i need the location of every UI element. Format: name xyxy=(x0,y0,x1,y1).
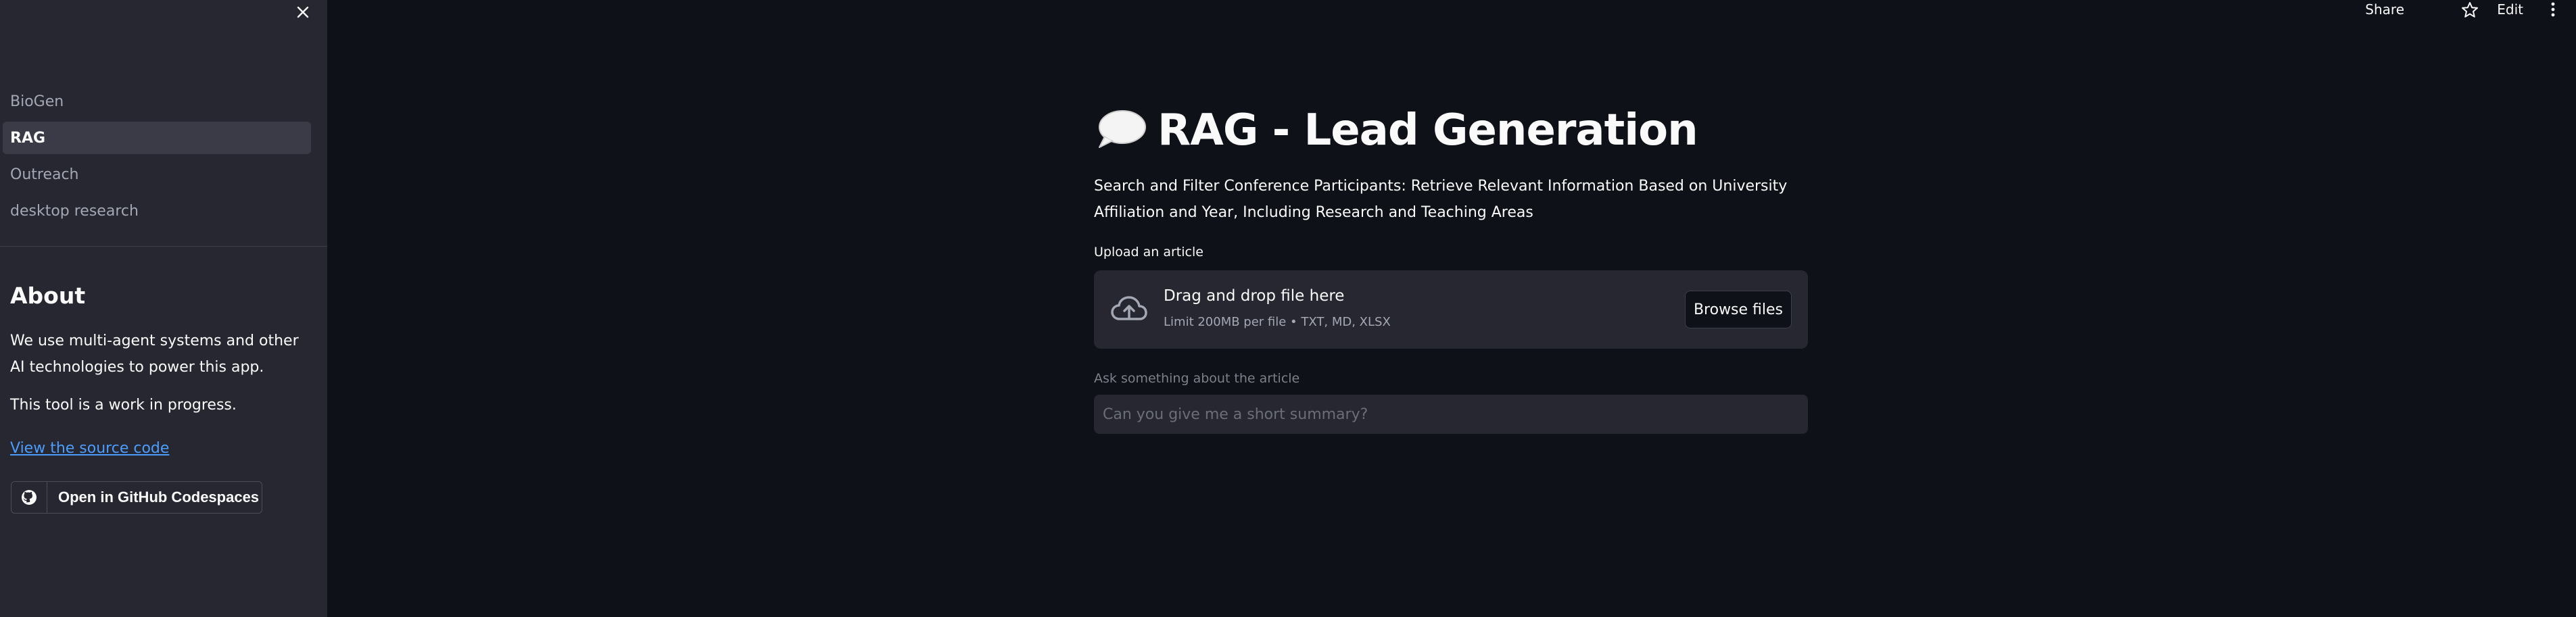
star-icon xyxy=(2462,2,2478,18)
sidebar-item-label: desktop research xyxy=(10,202,139,220)
sidebar-item-biogen[interactable]: BioGen xyxy=(3,85,311,118)
about-description: We use multi-agent systems and other AI … xyxy=(10,332,299,376)
file-dropzone[interactable]: Drag and drop file here Limit 200MB per … xyxy=(1094,270,1808,349)
sidebar-item-label: BioGen xyxy=(10,93,64,110)
title-row: RAG - Lead Generation xyxy=(1094,103,1698,158)
app-root: BioGen RAG Outreach desktop research Abo… xyxy=(0,0,2576,617)
codespaces-button-label: Open in GitHub Codespaces xyxy=(58,489,260,505)
cloud-upload-icon xyxy=(1111,296,1147,320)
sidebar-item-outreach[interactable]: Outreach xyxy=(3,158,311,191)
share-button[interactable]: Share xyxy=(2365,1,2404,18)
dropzone-instructions: Drag and drop file here xyxy=(1164,287,1345,305)
sidebar-nav: BioGen RAG Outreach desktop research xyxy=(0,85,327,231)
close-sidebar-button[interactable] xyxy=(292,1,314,23)
sidebar: BioGen RAG Outreach desktop research Abo… xyxy=(0,0,327,617)
sidebar-item-rag[interactable]: RAG xyxy=(3,122,311,154)
source-code-link[interactable]: View the source code xyxy=(10,440,169,457)
about-status-text: This tool is a work in progress. xyxy=(10,397,237,414)
dropzone-limit-text: Limit 200MB per file • TXT, MD, XLSX xyxy=(1164,315,1391,329)
sidebar-item-label: Outreach xyxy=(10,166,79,183)
sidebar-item-desktop-research[interactable]: desktop research xyxy=(3,195,311,227)
upload-label: Upload an article xyxy=(1094,245,1203,260)
sidebar-item-label: RAG xyxy=(10,129,46,147)
ask-label: Ask something about the article xyxy=(1094,371,1300,386)
about-heading: About xyxy=(10,282,86,309)
page-title: RAG - Lead Generation xyxy=(1158,105,1698,155)
main-menu-button[interactable] xyxy=(2546,0,2560,20)
browse-files-button[interactable]: Browse files xyxy=(1685,291,1792,328)
page-subtitle: Search and Filter Conference Participant… xyxy=(1094,178,1788,221)
sidebar-divider xyxy=(0,246,327,247)
close-icon xyxy=(297,6,309,18)
more-vertical-icon xyxy=(2551,2,2555,17)
edit-button[interactable]: Edit xyxy=(2497,1,2523,18)
open-codespaces-button[interactable]: Open in GitHub Codespaces xyxy=(11,481,262,514)
speech-balloon-icon xyxy=(1099,110,1146,148)
ask-input[interactable] xyxy=(1094,395,1808,434)
star-button[interactable] xyxy=(2460,0,2480,20)
github-icon xyxy=(11,482,47,513)
